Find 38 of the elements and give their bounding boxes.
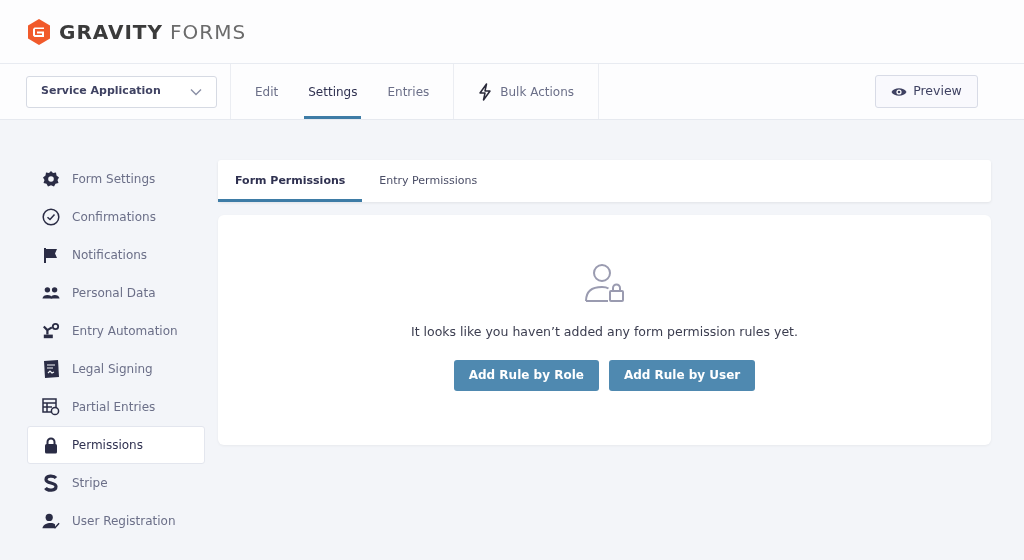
robot-arm-icon bbox=[42, 322, 60, 340]
preview-button[interactable]: Preview bbox=[875, 75, 978, 108]
user-lock-icon bbox=[583, 263, 626, 303]
flag-icon bbox=[42, 246, 60, 264]
logo-brand: GRAVITY bbox=[59, 18, 163, 46]
empty-state-message: It looks like you haven’t added any form permission rules yet. bbox=[411, 323, 798, 341]
lightning-icon bbox=[478, 82, 493, 101]
nav-tab[interactable]: Entries bbox=[383, 64, 434, 119]
sidebar-item[interactable]: Form Settings bbox=[27, 160, 205, 198]
check-circle-icon bbox=[42, 208, 60, 226]
sidebar-item[interactable]: Permissions bbox=[27, 426, 205, 464]
sidebar-item[interactable]: Confirmations bbox=[27, 198, 205, 236]
sidebar-item[interactable]: Partial Entries bbox=[27, 388, 205, 426]
lock-icon bbox=[44, 436, 58, 454]
sidebar-item[interactable]: Entry Automation bbox=[27, 312, 205, 350]
content-tab[interactable]: Form Permissions bbox=[218, 160, 363, 202]
logo-product: FORMS bbox=[170, 18, 247, 46]
people-icon bbox=[42, 285, 60, 301]
nav-tab[interactable]: Edit bbox=[251, 64, 283, 119]
nav-tab[interactable]: Settings bbox=[304, 64, 362, 119]
sidebar-item[interactable]: Notifications bbox=[27, 236, 205, 274]
s-letter-icon bbox=[44, 474, 58, 492]
chevron-down-icon bbox=[190, 87, 202, 96]
sidebar-item[interactable]: Personal Data bbox=[27, 274, 205, 312]
add-rule-button[interactable]: Add Rule by Role bbox=[453, 359, 599, 391]
eye-icon bbox=[891, 85, 908, 98]
add-rule-button[interactable]: Add Rule by User bbox=[608, 359, 756, 391]
logo-icon bbox=[27, 18, 51, 45]
sidebar-item[interactable]: Legal Signing bbox=[27, 350, 205, 388]
content-tab[interactable]: Entry Permissions bbox=[362, 160, 495, 202]
user-check-icon bbox=[42, 512, 60, 530]
gear-icon bbox=[42, 170, 60, 188]
form-selector[interactable]: Service Application bbox=[26, 75, 217, 108]
sidebar-item[interactable]: Stripe bbox=[27, 464, 205, 502]
table-icon bbox=[42, 398, 60, 416]
bulk-actions-link[interactable]: Bulk Actions bbox=[454, 64, 600, 119]
sidebar-item[interactable]: User Registration bbox=[27, 502, 205, 540]
document-icon bbox=[42, 359, 60, 379]
